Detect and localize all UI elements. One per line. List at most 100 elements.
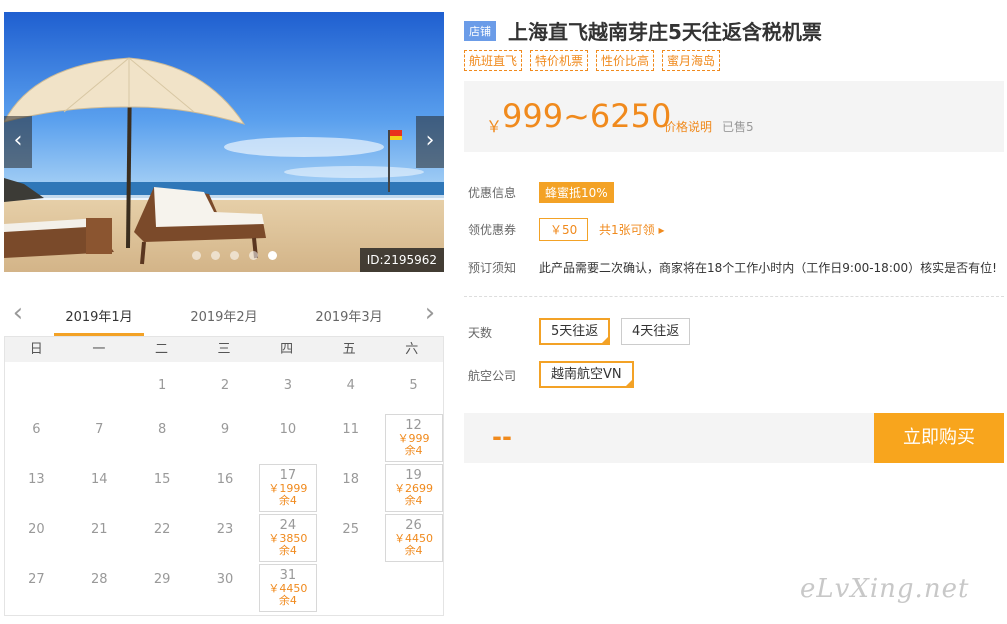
calendar-day: 11 <box>322 414 380 462</box>
day-number: 4 <box>346 378 355 393</box>
carousel-dot[interactable] <box>230 251 239 260</box>
calendar-day: 20 <box>7 514 65 562</box>
day-number: 27 <box>28 572 45 587</box>
month-tab-mar[interactable]: 2019年3月 <box>304 306 394 336</box>
photo-id-label: ID:2195962 <box>359 248 444 272</box>
tag-item: 性价比高 <box>596 50 655 71</box>
product-photo[interactable]: ‹ › ID:2195962 <box>4 12 444 272</box>
day-number: 13 <box>28 472 45 487</box>
calendar-day: 23 <box>196 514 254 562</box>
calendar-day: 16 <box>196 464 254 512</box>
weekday-label: 四 <box>280 342 294 357</box>
calendar-grid: 1 2 3 4 5 6 7 8 9 10 11 12 ￥999 余4 13 14 15 16 17 ￥1999 余4 18… <box>4 362 444 616</box>
beach-umbrella-image <box>4 12 444 272</box>
calendar-day: 27 <box>7 564 65 612</box>
photo-next-button[interactable]: › <box>416 116 444 168</box>
carousel-dot[interactable] <box>249 251 258 260</box>
day-number: 21 <box>91 522 108 537</box>
calendar-month-nav: ‹ 2019年1月 2019年2月 2019年3月 › <box>4 296 444 336</box>
weekday-label: 二 <box>154 342 168 357</box>
calendar-day: 8 <box>133 414 191 462</box>
calendar-day-available[interactable]: 19 ￥2699 余4 <box>384 464 443 512</box>
day-number: 10 <box>279 422 297 437</box>
day-number: 8 <box>158 422 167 437</box>
coupon-ticket[interactable]: ￥50 <box>539 218 589 241</box>
weekday-label: 三 <box>217 342 231 357</box>
promo-badge: 蜂蜜抵10% <box>539 182 614 203</box>
calendar-day: 30 <box>196 564 254 612</box>
day-number: 15 <box>153 472 171 487</box>
calendar-day: 10 <box>259 414 317 462</box>
day-number: 28 <box>91 572 108 587</box>
tag-item: 蜜月海岛 <box>662 50 721 71</box>
product-title-row: 店铺 上海直飞越南芽庄5天往返含税机票 <box>464 16 822 45</box>
calendar-day: 13 <box>7 464 65 512</box>
calendar-day: 25 <box>322 514 380 562</box>
calendar-day-available[interactable]: 31 ￥4450 余4 <box>258 564 317 612</box>
price-note-link[interactable]: 价格说明 <box>664 118 712 135</box>
watermark-logo: eLvXing.net <box>800 574 970 604</box>
tag-item: 航班直飞 <box>464 50 523 71</box>
day-number: 29 <box>153 572 171 587</box>
day-number: 6 <box>32 422 41 437</box>
weekday-label: 六 <box>405 342 419 357</box>
days-label: 天数 <box>468 326 493 340</box>
calendar-day: 1 <box>133 370 191 418</box>
weekday-label: 五 <box>342 342 356 357</box>
calendar-day: 28 <box>70 564 128 612</box>
photo-prev-button[interactable]: ‹ <box>4 116 32 168</box>
shop-badge[interactable]: 店铺 <box>464 20 496 41</box>
buy-now-button[interactable]: 立即购买 <box>874 413 1004 463</box>
day-number: 26 <box>405 518 422 533</box>
day-number: 23 <box>216 522 234 537</box>
calendar-day: 6 <box>7 414 65 462</box>
notice-label: 预订须知 <box>468 261 517 275</box>
days-option-4[interactable]: 4天往返 <box>621 318 691 345</box>
product-title: 上海直飞越南芽庄5天往返含税机票 <box>508 20 822 44</box>
calendar-day: 14 <box>70 464 128 512</box>
day-number: 5 <box>409 378 418 393</box>
chevron-right-icon: › <box>424 298 436 328</box>
carousel-dot-active[interactable] <box>268 251 277 260</box>
currency-symbol: ￥ <box>486 117 503 136</box>
month-tab-feb[interactable]: 2019年2月 <box>179 306 269 336</box>
price-calendar: ‹ 2019年1月 2019年2月 2019年3月 › 日 一 二 三 四 五 … <box>4 296 444 616</box>
day-number: 1 <box>158 378 167 393</box>
notice-text: 此产品需要二次确认，商家将在18个工作小时内（工作日9:00-18:00）核实是… <box>539 261 997 275</box>
weekday-label: 日 <box>29 342 43 357</box>
coupon-claim-link[interactable]: 共1张可领 ▸ <box>599 221 664 238</box>
divider <box>464 296 1004 297</box>
calendar-day-available[interactable]: 24 ￥3850 余4 <box>258 514 317 562</box>
day-number: 25 <box>342 522 359 537</box>
day-stock: 余4 <box>278 544 297 557</box>
sold-count: 已售5 <box>722 120 754 134</box>
calendar-day: 18 <box>322 464 380 512</box>
day-number: 20 <box>28 522 45 537</box>
day-number: 19 <box>405 468 422 483</box>
calendar-day: 2 <box>196 370 254 418</box>
calendar-day-available[interactable]: 26 ￥4450 余4 <box>384 514 443 562</box>
calendar-day-available[interactable]: 17 ￥1999 余4 <box>258 464 317 512</box>
calendar-day-available[interactable]: 12 ￥999 余4 <box>384 414 443 462</box>
day-number: 12 <box>405 418 422 433</box>
total-bar: -- <box>464 413 874 463</box>
calendar-prev-button[interactable]: ‹ <box>8 300 28 330</box>
days-option-5[interactable]: 5天往返 <box>539 318 611 346</box>
calendar-day: 15 <box>133 464 191 512</box>
calendar-day: 7 <box>70 414 128 462</box>
day-stock: 余4 <box>404 444 423 457</box>
month-tab-jan[interactable]: 2019年1月 <box>54 306 144 336</box>
weekday-label: 一 <box>92 342 106 357</box>
day-number: 31 <box>279 568 297 583</box>
day-number: 3 <box>283 378 292 393</box>
tag-item: 特价机票 <box>530 50 589 71</box>
airline-option-vn[interactable]: 越南航空VN <box>539 361 634 389</box>
carousel-dots[interactable] <box>192 251 277 260</box>
airline-label: 航空公司 <box>468 369 517 383</box>
calendar-next-button[interactable]: › <box>420 300 440 330</box>
carousel-dot[interactable] <box>211 251 220 260</box>
carousel-dot[interactable] <box>192 251 201 260</box>
calendar-day: 9 <box>196 414 254 462</box>
chevron-left-icon: ‹ <box>13 128 23 153</box>
day-stock: 余4 <box>278 494 297 507</box>
